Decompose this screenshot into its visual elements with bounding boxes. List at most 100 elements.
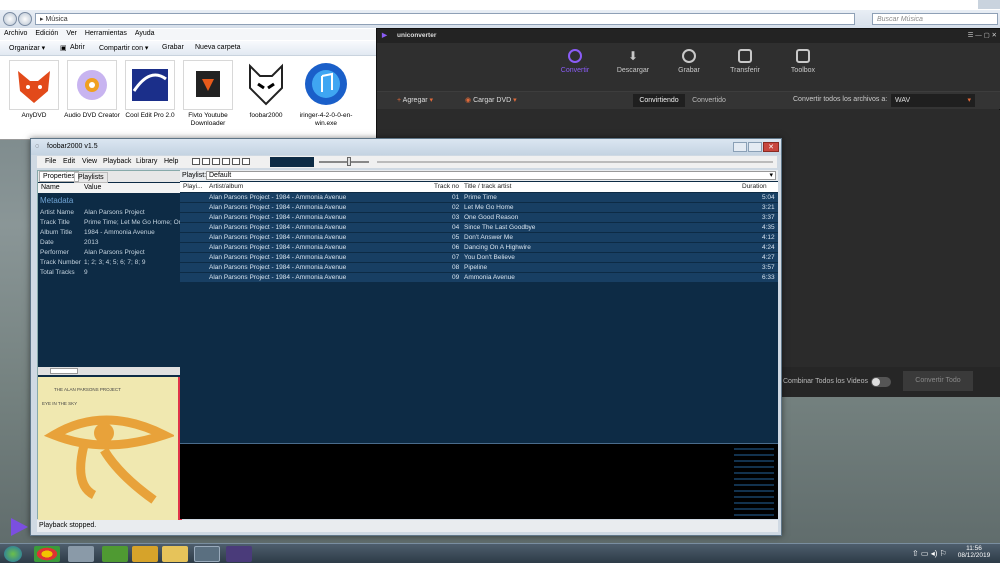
- play-icon[interactable]: [202, 158, 210, 165]
- file-item-foobar[interactable]: foobar2000: [238, 60, 294, 120]
- tab-converted[interactable]: Convertido: [687, 94, 731, 107]
- col-duration[interactable]: Duration: [742, 183, 767, 190]
- start-button[interactable]: [4, 546, 22, 562]
- menu-archivo[interactable]: Archivo: [0, 29, 31, 38]
- search-input[interactable]: Buscar Música: [872, 13, 998, 25]
- menu-ayuda[interactable]: Ayuda: [131, 29, 159, 38]
- playlist-selector-bar: Playlist: Default ▾: [180, 170, 778, 181]
- tab-playlists[interactable]: Playlists: [74, 172, 108, 183]
- menu-view[interactable]: View: [82, 158, 97, 165]
- close-button[interactable]: ✕: [763, 142, 779, 152]
- track-row[interactable]: Alan Parsons Project - 1984 - Ammonia Av…: [180, 243, 778, 253]
- track-title: Prime Time: [464, 194, 497, 201]
- tab-properties[interactable]: Properties: [39, 171, 79, 182]
- new-folder-button[interactable]: Nueva carpeta: [195, 44, 241, 51]
- tray-icons[interactable]: ⇧ ▭ ◂) ⚐: [912, 549, 947, 558]
- load-dvd-button[interactable]: ◉ Cargar DVD ▾: [465, 96, 517, 104]
- minimize-button[interactable]: [733, 142, 747, 152]
- forward-icon[interactable]: [18, 12, 32, 26]
- track-row[interactable]: Alan Parsons Project - 1984 - Ammonia Av…: [180, 263, 778, 273]
- menu-edit[interactable]: Edit: [63, 158, 75, 165]
- track-row[interactable]: Alan Parsons Project - 1984 - Ammonia Av…: [180, 273, 778, 283]
- menu-playback[interactable]: Playback: [103, 158, 131, 165]
- menu-file[interactable]: File: [45, 158, 56, 165]
- track-title: One Good Reason: [464, 214, 519, 221]
- track-number: 04: [452, 224, 460, 231]
- col-title[interactable]: Title / track artist: [464, 183, 511, 190]
- clock-date: 08/12/2019: [957, 552, 991, 559]
- track-duration: 6:33: [762, 274, 775, 281]
- property-row: Total Tracks 9: [40, 269, 88, 276]
- clock[interactable]: 11:56 08/12/2019: [956, 545, 992, 559]
- col-value[interactable]: Value: [84, 184, 101, 191]
- track-number: 06: [452, 244, 460, 251]
- file-item-audio-dvd-creator[interactable]: Audio DVD Creator: [64, 60, 120, 120]
- horizontal-scrollbar[interactable]: [38, 367, 182, 375]
- tab-transferir[interactable]: Transferir: [715, 49, 775, 74]
- file-item-anydvd[interactable]: AnyDVD: [6, 60, 62, 120]
- file-item-flvto[interactable]: Flvto Youtube Downloader: [180, 60, 236, 128]
- format-select[interactable]: WAV ▾: [891, 94, 975, 107]
- file-item-cool-edit[interactable]: Cool Edit Pro 2.0: [122, 60, 178, 120]
- tab-toolbox[interactable]: Toolbox: [773, 49, 833, 74]
- window-controls[interactable]: [978, 0, 1000, 9]
- tab-descargar[interactable]: ⬇ Descargar: [603, 49, 663, 74]
- previous-icon[interactable]: [222, 158, 230, 165]
- col-track-no[interactable]: Track no: [434, 183, 459, 190]
- next-icon[interactable]: [232, 158, 240, 165]
- open-icon[interactable]: ▣: [60, 44, 67, 52]
- menu-herramientas[interactable]: Herramientas: [81, 29, 131, 38]
- maximize-button[interactable]: [748, 142, 762, 152]
- file-explorer-icon[interactable]: [162, 546, 188, 562]
- tab-converting[interactable]: Convirtiendo: [633, 94, 685, 107]
- merge-toggle[interactable]: [871, 377, 891, 387]
- add-files-button[interactable]: + Agregar ▾: [397, 96, 433, 104]
- stop-icon[interactable]: [192, 158, 200, 165]
- file-label: iringer-4-2-0-0-en-win.exe: [299, 112, 353, 127]
- menu-ver[interactable]: Ver: [62, 29, 81, 38]
- seek-bar[interactable]: [377, 161, 773, 163]
- photo-app-icon[interactable]: [68, 546, 94, 562]
- open-button[interactable]: Abrir: [70, 44, 85, 51]
- track-row[interactable]: Alan Parsons Project - 1984 - Ammonia Av…: [180, 253, 778, 263]
- track-row[interactable]: Alan Parsons Project - 1984 - Ammonia Av…: [180, 223, 778, 233]
- random-icon[interactable]: [242, 158, 250, 165]
- uniconverter-desktop-icon[interactable]: [8, 516, 30, 538]
- utorrent-icon[interactable]: [102, 546, 128, 562]
- back-icon[interactable]: [3, 12, 17, 26]
- spectrum-display: [270, 157, 314, 167]
- tab-convertir[interactable]: Convertir: [545, 49, 605, 74]
- metadata-heading: Metadata: [40, 196, 74, 205]
- menu-library[interactable]: Library: [136, 158, 157, 165]
- burn-button[interactable]: Grabar: [162, 44, 184, 51]
- foobar-taskbar-icon[interactable]: [194, 546, 220, 562]
- track-artist-album: Alan Parsons Project - 1984 - Ammonia Av…: [209, 194, 347, 201]
- file-item-iringer[interactable]: iringer-4-2-0-0-en-win.exe: [298, 60, 354, 128]
- col-artist-album[interactable]: Artist/album: [209, 183, 243, 190]
- col-playing[interactable]: Playi...: [183, 183, 203, 190]
- playlist-dropdown[interactable]: Default ▾: [206, 171, 776, 180]
- volume-slider[interactable]: [319, 157, 369, 166]
- window-controls[interactable]: ☰ — ▢ ✕: [968, 29, 997, 43]
- uniconverter-taskbar-icon[interactable]: [226, 546, 252, 562]
- address-input[interactable]: ▸ Música: [35, 13, 855, 25]
- organize-button[interactable]: Organizar ▾: [9, 44, 45, 52]
- flvto-icon: [183, 60, 233, 110]
- chrome-icon[interactable]: [34, 546, 60, 562]
- pause-icon[interactable]: [212, 158, 220, 165]
- menu-edicion[interactable]: Edición: [31, 29, 62, 38]
- tab-label: Descargar: [616, 67, 650, 74]
- winrar-icon[interactable]: [132, 546, 158, 562]
- track-row[interactable]: Alan Parsons Project - 1984 - Ammonia Av…: [180, 233, 778, 243]
- col-name[interactable]: Name: [41, 184, 60, 191]
- tab-grabar[interactable]: Grabar: [659, 49, 719, 74]
- track-row[interactable]: Alan Parsons Project - 1984 - Ammonia Av…: [180, 193, 778, 203]
- menu-help[interactable]: Help: [164, 158, 178, 165]
- playlist-empty-area[interactable]: [180, 283, 778, 443]
- chevron-down-icon: ▾: [967, 97, 971, 104]
- share-button[interactable]: Compartir con ▾: [99, 44, 148, 52]
- track-row[interactable]: Alan Parsons Project - 1984 - Ammonia Av…: [180, 203, 778, 213]
- convert-all-button[interactable]: Convertir Todo: [903, 371, 973, 391]
- track-title: Ammonia Avenue: [464, 274, 515, 281]
- track-row[interactable]: Alan Parsons Project - 1984 - Ammonia Av…: [180, 213, 778, 223]
